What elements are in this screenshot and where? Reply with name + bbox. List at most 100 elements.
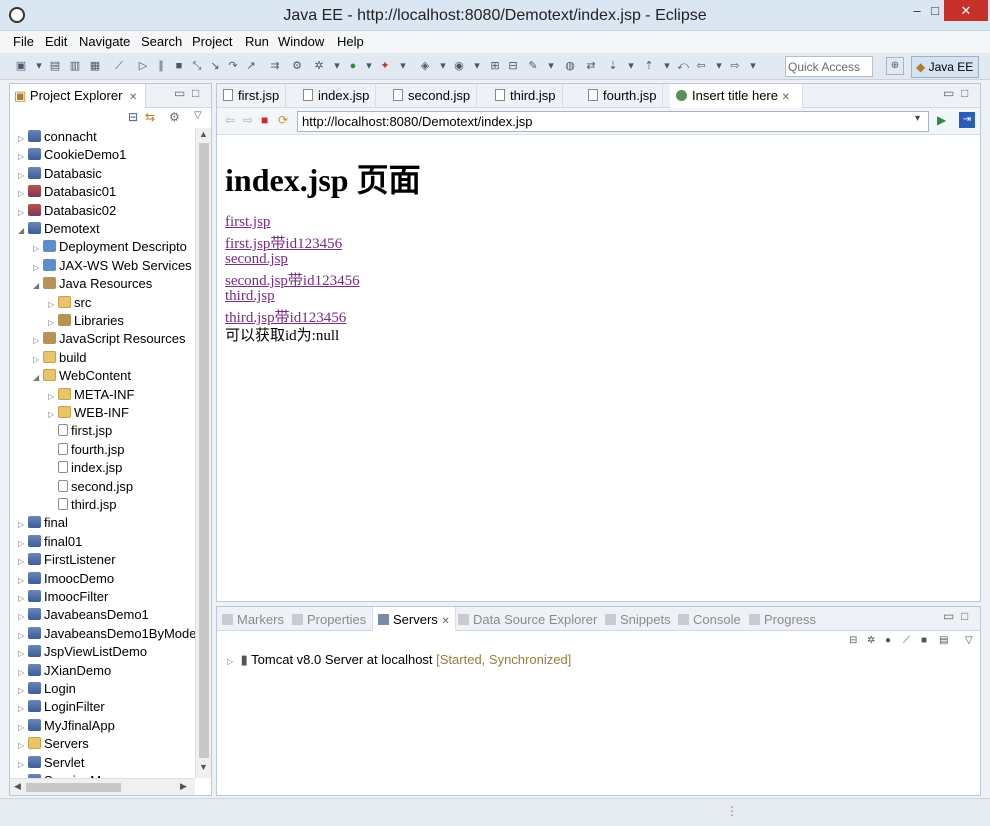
resume-icon[interactable]: ▷ [136,59,150,73]
tree-item[interactable]: ▷ ImoocFilter [18,589,108,607]
maximize-view-icon[interactable]: □ [961,86,968,100]
tab-console[interactable]: Console [673,607,746,631]
vertical-scrollbar[interactable]: ▲ ▼ [195,128,211,778]
tree-item[interactable]: ◢ WebContent [33,368,131,386]
tab-servers[interactable]: Servers ✕ [372,607,456,631]
close-icon[interactable]: ✕ [441,616,449,627]
tree-item[interactable]: index.jsp [48,460,122,478]
collapse-arrow-icon[interactable]: ◢ [33,373,43,382]
tab-progress[interactable]: Progress [744,607,821,631]
next-annotation-icon[interactable]: ⇣ [606,59,620,73]
tree-item[interactable]: ▷ Libraries [48,313,124,331]
tree-item[interactable]: ▷ JXianDemo [18,663,111,681]
stop-server-icon[interactable]: ■ [921,635,927,646]
tab-insert-title-here[interactable]: Insert title here ✕ [670,84,803,108]
chevron-down-icon[interactable]: ▽ [965,635,973,646]
link-with-editor-icon[interactable]: ⇆ [145,110,155,124]
url-dropdown-icon[interactable]: ▾ [915,113,920,124]
tree-item[interactable]: fourth.jsp [48,442,124,460]
tab-second-jsp[interactable]: second.jsp [387,84,478,108]
expand-arrow-icon[interactable]: ▷ [48,300,58,309]
tree-item[interactable]: ▷ final01 [18,534,82,552]
terminate-icon[interactable]: ■ [172,59,186,73]
dropdown-icon[interactable]: ▾ [362,59,376,73]
collapse-arrow-icon[interactable]: ◢ [18,226,28,235]
maximize-view-icon[interactable]: □ [192,86,199,100]
tree-item[interactable]: ▷ Databasic02 [18,203,116,221]
build-icon[interactable]: ⚙ [290,59,304,73]
dropdown-icon[interactable]: ▾ [712,59,726,73]
url-input[interactable] [297,111,929,132]
tree-item[interactable]: ▷ Databasic01 [18,184,116,202]
link-first-jsp[interactable]: first.jsp [225,214,270,231]
expand-arrow-icon[interactable]: ▷ [18,152,28,161]
tree-item[interactable]: ▷ build [33,350,86,368]
expand-arrow-icon[interactable]: ▷ [18,704,28,713]
step-over-icon[interactable]: ↷ [226,59,240,73]
last-edit-location-icon[interactable]: ⤺ [676,59,690,73]
expand-arrow-icon[interactable]: ▷ [18,520,28,529]
tree-item[interactable]: ▷ MyJfinalApp [18,718,115,736]
expand-arrow-icon[interactable]: ▷ [18,208,28,217]
dropdown-icon[interactable]: ▾ [660,59,674,73]
expand-arrow-icon[interactable]: ▷ [18,539,28,548]
collapse-all-icon[interactable]: ⊟ [128,110,138,124]
tree-item[interactable]: ▷ Login [18,681,76,699]
server-tree-item[interactable]: ▷ ▮ Tomcat v8.0 Server at localhost [Sta… [227,652,571,668]
tree-item[interactable]: ▷ JavabeansDemo1 [18,607,149,625]
back-icon[interactable]: ⇦ [694,59,708,73]
tree-item[interactable]: ▷ Servlet [18,755,84,773]
tree-item[interactable]: ▷ LoginFilter [18,699,105,717]
expand-arrow-icon[interactable]: ▷ [18,557,28,566]
dropdown-icon[interactable]: ▾ [624,59,638,73]
expand-arrow-icon[interactable]: ▷ [18,668,28,677]
expand-arrow-icon[interactable]: ▷ [18,576,28,585]
tab-index-jsp[interactable]: index.jsp [297,84,377,108]
scrollbar-thumb[interactable] [199,143,209,758]
open-perspective-icon[interactable]: ⊕ [886,57,904,75]
dropdown-icon[interactable]: ▾ [746,59,760,73]
tab-fourth-jsp[interactable]: fourth.jsp [582,84,664,108]
step-return-icon[interactable]: ↗ [244,59,258,73]
link-first-jsp-with-id[interactable]: first.jsp带id123456 [225,232,342,253]
disconnect-icon[interactable]: ⤡ [190,59,204,73]
tab-markers[interactable]: Markers [217,607,289,631]
save-icon[interactable]: ▤ [48,59,62,73]
suspend-icon[interactable]: ∥ [154,59,168,73]
tree-item[interactable]: ▷ Deployment Descripto [33,239,187,257]
maximize-button[interactable]: □ [922,0,948,21]
debug-server-icon[interactable]: ✲ [867,635,875,646]
tree-item[interactable]: first.jsp [48,423,112,441]
expand-arrow-icon[interactable]: ▷ [33,355,43,364]
publish-icon[interactable]: ◉ [452,59,466,73]
expand-arrow-icon[interactable]: ▷ [33,244,43,253]
expand-arrow-icon[interactable]: ▷ [48,410,58,419]
expand-arrow-icon[interactable]: ▷ [18,171,28,180]
external-tools-icon[interactable]: ✦ [378,59,392,73]
expand-arrow-icon[interactable]: ▷ [18,723,28,732]
tree-item[interactable]: ▷ JavaScript Resources [33,331,185,349]
dropdown-icon[interactable]: ▾ [396,59,410,73]
start-server-icon[interactable]: ● [885,635,891,646]
expand-arrow-icon[interactable]: ▷ [18,760,28,769]
dropdown-icon[interactable]: ▾ [32,59,46,73]
scroll-up-icon[interactable]: ▲ [199,129,208,139]
run-icon[interactable]: ● [346,59,360,73]
expand-arrow-icon[interactable]: ▷ [18,134,28,143]
expand-arrow-icon[interactable]: ▷ [18,612,28,621]
expand-arrow-icon[interactable]: ▷ [48,318,58,327]
link-third-jsp[interactable]: third.jsp [225,288,275,305]
scroll-down-icon[interactable]: ▼ [199,762,208,772]
tab-properties[interactable]: Properties [287,607,371,631]
annotation-icon[interactable]: ⇄ [584,59,598,73]
expand-arrow-icon[interactable]: ▷ [18,594,28,603]
collapse-icon[interactable]: ⊟ [849,635,857,646]
profile-server-icon[interactable]: ⟋ [903,635,910,646]
open-task-icon[interactable]: ✎ [526,59,540,73]
forward-icon[interactable]: ⇨ [243,113,253,127]
minimize-view-icon[interactable]: ▭ [943,86,954,100]
expand-arrow-icon[interactable]: ▷ [18,649,28,658]
new-server-icon[interactable]: ◈ [418,59,432,73]
tree-item[interactable]: ▷ JspViewListDemo [18,644,147,662]
tab-data-source-explorer[interactable]: Data Source Explorer [453,607,602,631]
